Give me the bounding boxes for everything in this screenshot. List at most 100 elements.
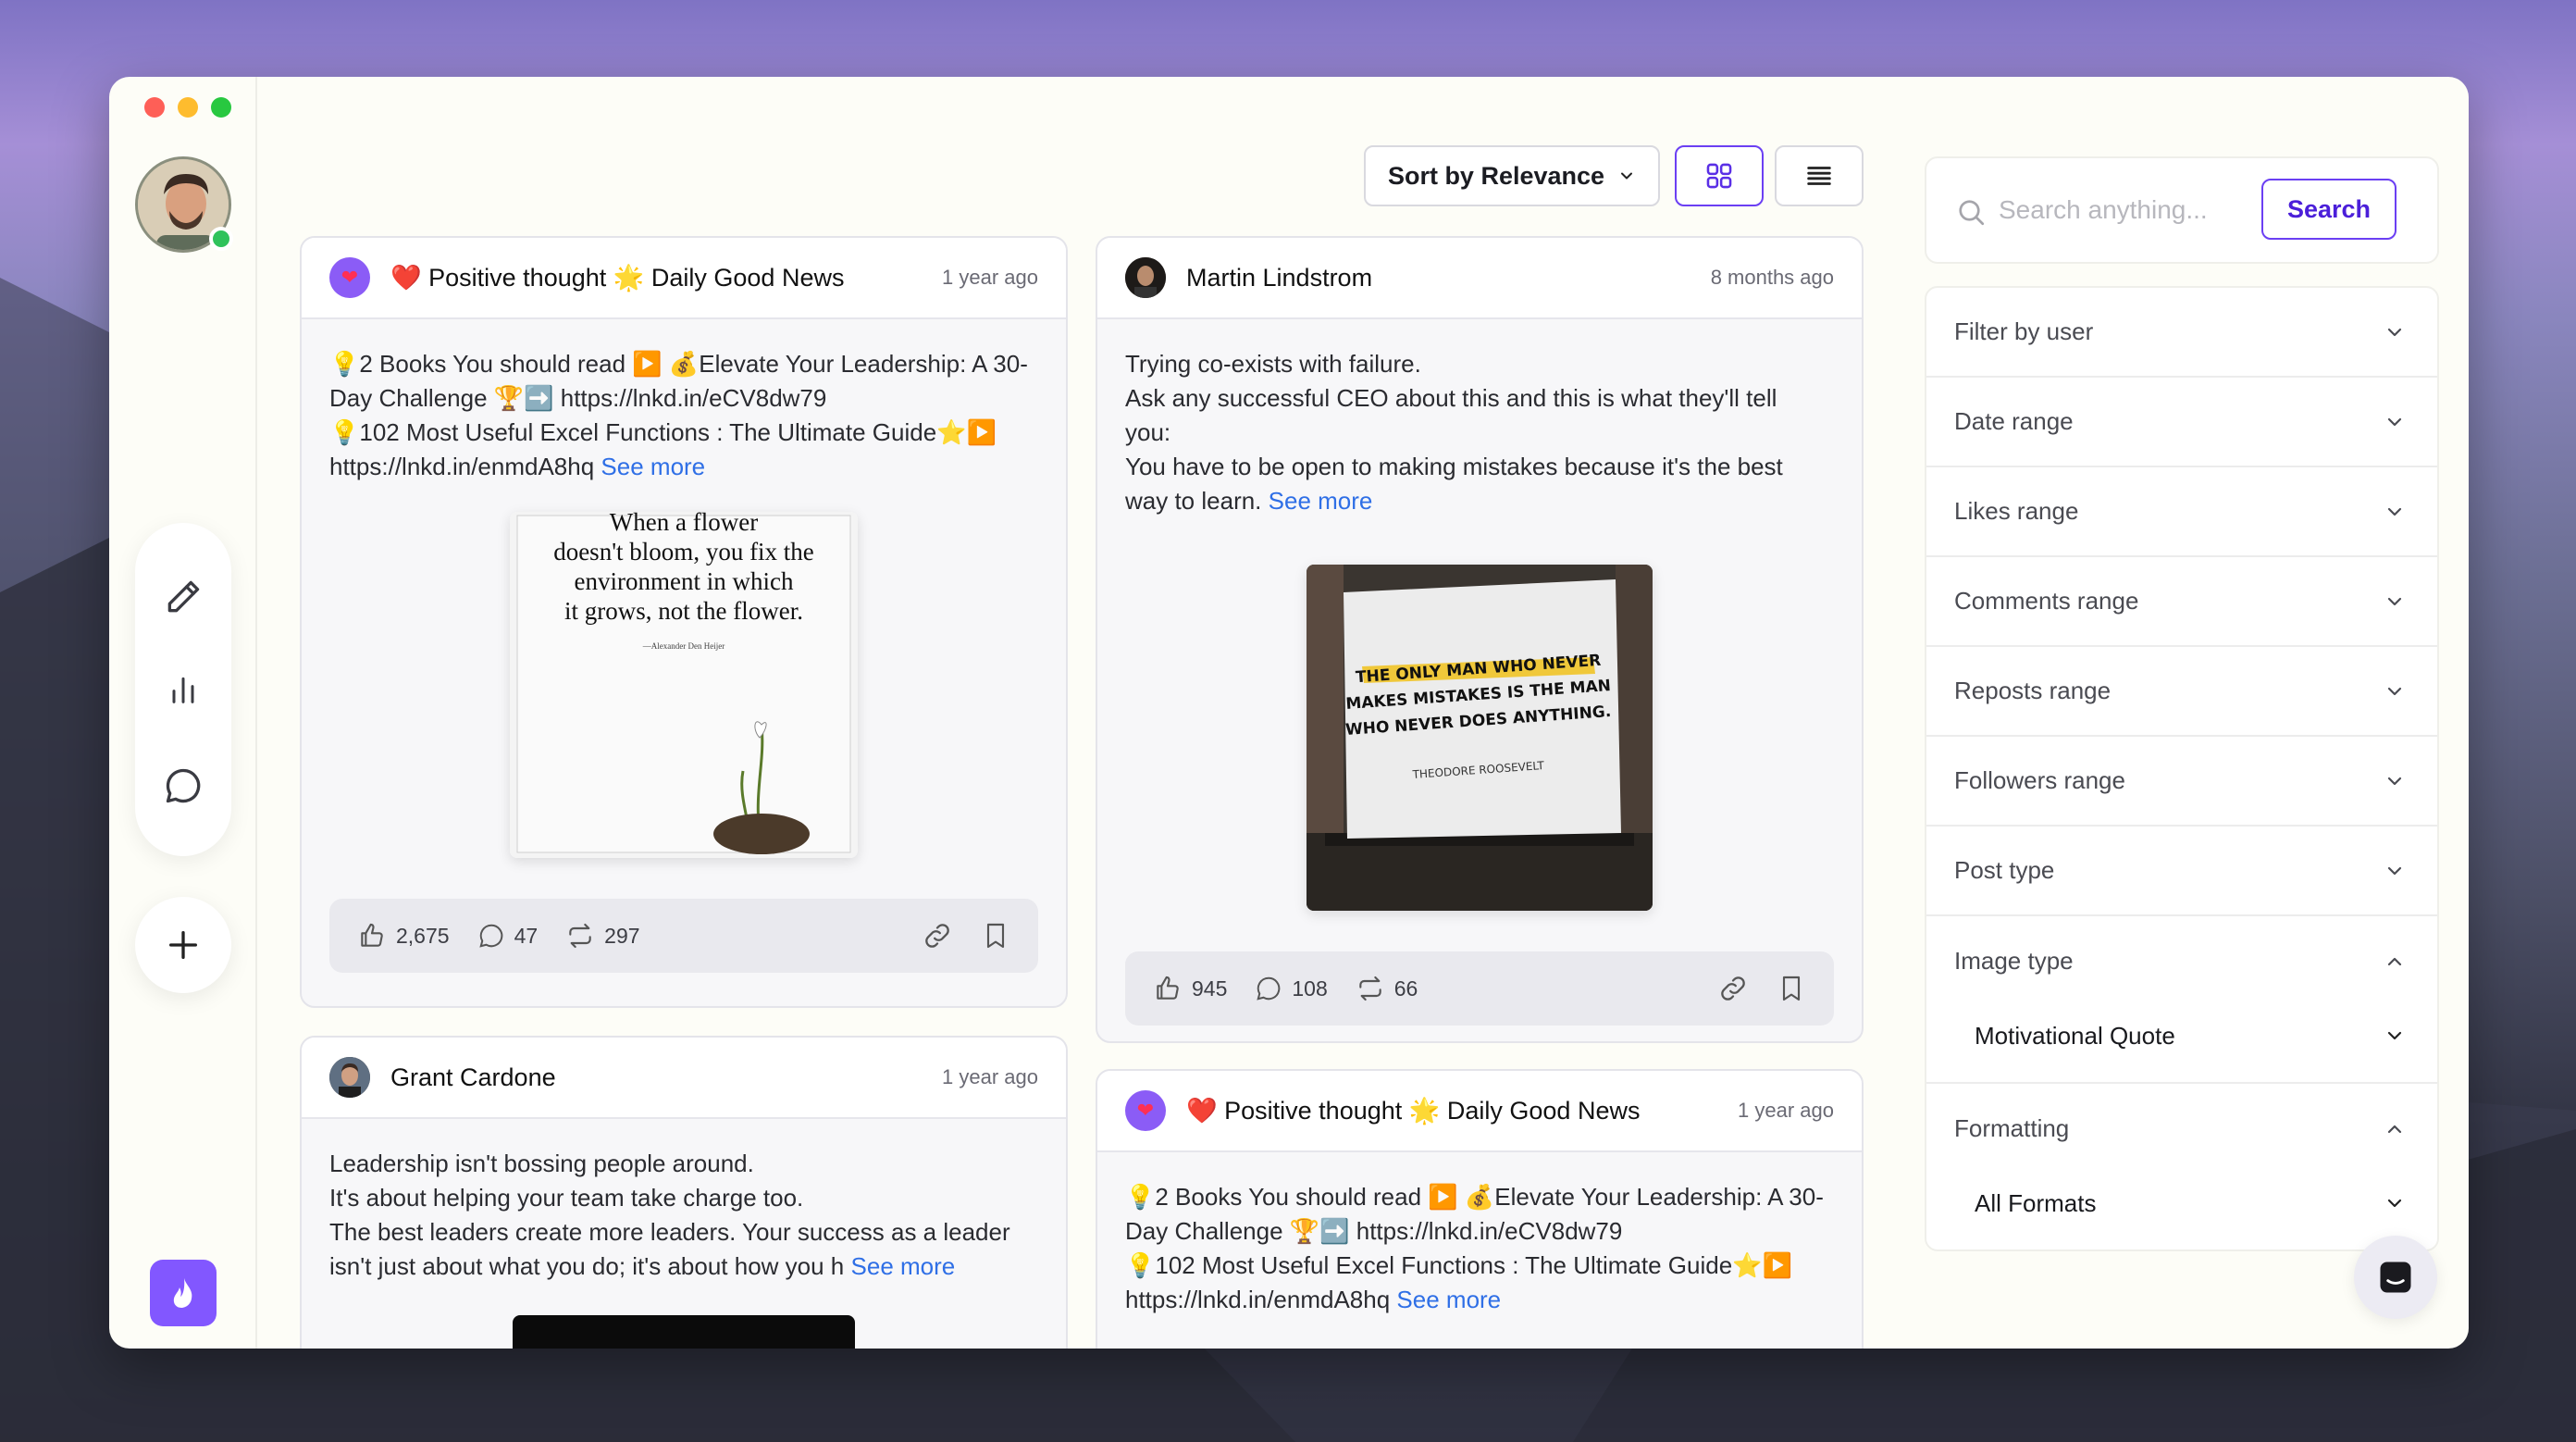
filters-panel: Filter by user Date range Likes range Co… [1925, 286, 2439, 1251]
link-icon[interactable] [1717, 973, 1749, 1004]
post-header: Grant Cardone 1 year ago [302, 1038, 1066, 1119]
comment-button[interactable]: 108 [1255, 975, 1328, 1002]
thumbs-up-icon [361, 923, 383, 947]
chevron-down-icon [2387, 417, 2402, 426]
post-card[interactable]: Martin Lindstrom 8 months ago Trying co-… [1096, 236, 1864, 1043]
post-card[interactable]: ❤ ❤️ Positive thought 🌟 Daily Good News … [1096, 1069, 1864, 1349]
post-author[interactable]: Positive thought 🌟 Daily Good News [428, 264, 844, 292]
search-input[interactable] [1999, 186, 2239, 234]
post-text: 💡2 Books You should read ▶️ 💰Elevate You… [1097, 1152, 1862, 1317]
like-button[interactable]: 945 [1153, 974, 1227, 1003]
post-line: way to learn. [1125, 487, 1262, 515]
filter-formatting: Formatting All Formats [1926, 1084, 2437, 1249]
post-line: isn't just about what you do; it's about… [329, 1252, 845, 1280]
post-line: 💡2 Books You should read ▶️ 💰Elevate You… [1125, 1183, 1824, 1211]
formatting-toggle[interactable]: Formatting [1926, 1084, 2437, 1174]
filter-likes-range[interactable]: Likes range [1926, 467, 2437, 557]
filter-date-range[interactable]: Date range [1926, 378, 2437, 467]
post-author[interactable]: Martin Lindstrom [1186, 264, 1711, 292]
filter-followers-range[interactable]: Followers range [1926, 737, 2437, 827]
post-time: 1 year ago [1738, 1099, 1834, 1122]
messages-button[interactable] [135, 749, 231, 823]
bookmark-icon[interactable] [981, 921, 1010, 951]
see-more-link[interactable]: See more [601, 453, 705, 480]
post-image[interactable]: THE ONLY MAN WHO NEVER MAKES MISTAKES IS… [1307, 565, 1653, 911]
brand-logo[interactable] [150, 1260, 217, 1326]
likes-count: 945 [1192, 976, 1228, 1001]
filter-label: Filter by user [1954, 317, 2094, 345]
post-image[interactable] [513, 1315, 855, 1349]
chevron-down-icon [2387, 328, 2402, 336]
filter-image-type: Image type Motivational Quote [1926, 916, 2437, 1084]
filter-comments-range[interactable]: Comments range [1926, 557, 2437, 647]
post-header: ❤ ❤️ Positive thought 🌟 Daily Good News … [302, 238, 1066, 319]
user-avatar[interactable] [135, 156, 233, 253]
formatting-select[interactable]: All Formats [1975, 1174, 2406, 1233]
post-line: 💡2 Books You should read ▶️ 💰Elevate You… [329, 350, 1028, 378]
filter-by-user[interactable]: Filter by user [1926, 288, 2437, 378]
filter-label: Reposts range [1954, 677, 2112, 704]
like-button[interactable]: 2,675 [357, 921, 450, 951]
post-line: 💡102 Most Useful Excel Functions : The U… [1125, 1251, 1792, 1279]
author-emoji: ❤️ [390, 264, 422, 292]
post-line: you: [1125, 418, 1171, 446]
post-stats: 945 108 66 [1125, 951, 1834, 1026]
post-line: You have to be open to making mistakes b… [1125, 453, 1783, 480]
author-avatar [329, 1057, 370, 1098]
post-line: 💡102 Most Useful Excel Functions : The U… [329, 418, 997, 446]
analytics-button[interactable] [135, 653, 231, 727]
repost-button[interactable]: 66 [1356, 974, 1418, 1003]
grid-view-button[interactable] [1675, 145, 1764, 206]
list-view-button[interactable] [1775, 145, 1864, 206]
comment-button[interactable]: 47 [477, 922, 538, 950]
filter-label: Image type [1954, 947, 2074, 975]
post-author[interactable]: Grant Cardone [390, 1063, 942, 1092]
chevron-down-icon [2387, 1199, 2402, 1208]
image-type-select[interactable]: Motivational Quote [1975, 1006, 2406, 1065]
compose-button[interactable] [135, 560, 231, 634]
post-line: Trying co-exists with failure. [1125, 350, 1421, 378]
post-card[interactable]: Grant Cardone 1 year ago Leadership isn'… [300, 1036, 1068, 1349]
sidebar [109, 77, 257, 1349]
app-window: Sort by Relevance ❤ ❤️ Positive thought … [109, 77, 2469, 1349]
post-line: Ask any successful CEO about this and th… [1125, 384, 1777, 412]
post-time: 8 months ago [1710, 266, 1834, 289]
chevron-up-icon [2387, 957, 2402, 965]
link-icon[interactable] [922, 920, 953, 951]
post-image[interactable]: When a flower doesn't bloom, you fix the… [510, 512, 858, 858]
post-header: Martin Lindstrom 8 months ago [1097, 238, 1862, 319]
thumbs-up-icon [1157, 976, 1179, 1000]
comment-icon [1257, 976, 1281, 1001]
quote-attribution: —Alexander Den Heijer [642, 641, 724, 651]
see-more-link[interactable]: See more [1396, 1286, 1501, 1313]
filter-label: Post type [1954, 856, 2055, 884]
search-bar: Search [1925, 156, 2439, 264]
post-time: 1 year ago [942, 266, 1038, 289]
post-line: Leadership isn't bossing people around. [329, 1150, 754, 1177]
filter-reposts-range[interactable]: Reposts range [1926, 647, 2437, 737]
sort-dropdown[interactable]: Sort by Relevance [1364, 145, 1660, 206]
see-more-link[interactable]: See more [1269, 487, 1373, 515]
post-line: Day Challenge 🏆➡️ https://lnkd.in/eCV8dw… [1125, 1217, 1623, 1245]
likes-count: 2,675 [396, 923, 450, 948]
post-line: It's about helping your team take charge… [329, 1184, 804, 1212]
support-chat-button[interactable] [2354, 1236, 2437, 1319]
add-button[interactable] [135, 897, 231, 993]
post-line: The best leaders create more leaders. Yo… [329, 1218, 1010, 1246]
search-button[interactable]: Search [2261, 179, 2396, 240]
heart-avatar-icon: ❤ [1125, 1090, 1166, 1131]
repost-button[interactable]: 297 [565, 921, 640, 951]
pencil-icon [167, 580, 200, 613]
plus-icon [169, 931, 197, 959]
author-avatar [1125, 257, 1166, 298]
see-more-link[interactable]: See more [851, 1252, 956, 1280]
post-card[interactable]: ❤ ❤️ Positive thought 🌟 Daily Good News … [300, 236, 1068, 1008]
post-header: ❤ ❤️ Positive thought 🌟 Daily Good News … [1097, 1071, 1862, 1152]
chevron-down-icon [2387, 687, 2402, 695]
sort-label: Sort by Relevance [1387, 161, 1605, 190]
filter-post-type[interactable]: Post type [1926, 827, 2437, 916]
bookmark-icon[interactable] [1777, 974, 1806, 1003]
post-text: 💡2 Books You should read ▶️ 💰Elevate You… [302, 319, 1066, 484]
post-author[interactable]: Positive thought 🌟 Daily Good News [1224, 1097, 1640, 1125]
image-type-toggle[interactable]: Image type [1926, 916, 2437, 1006]
